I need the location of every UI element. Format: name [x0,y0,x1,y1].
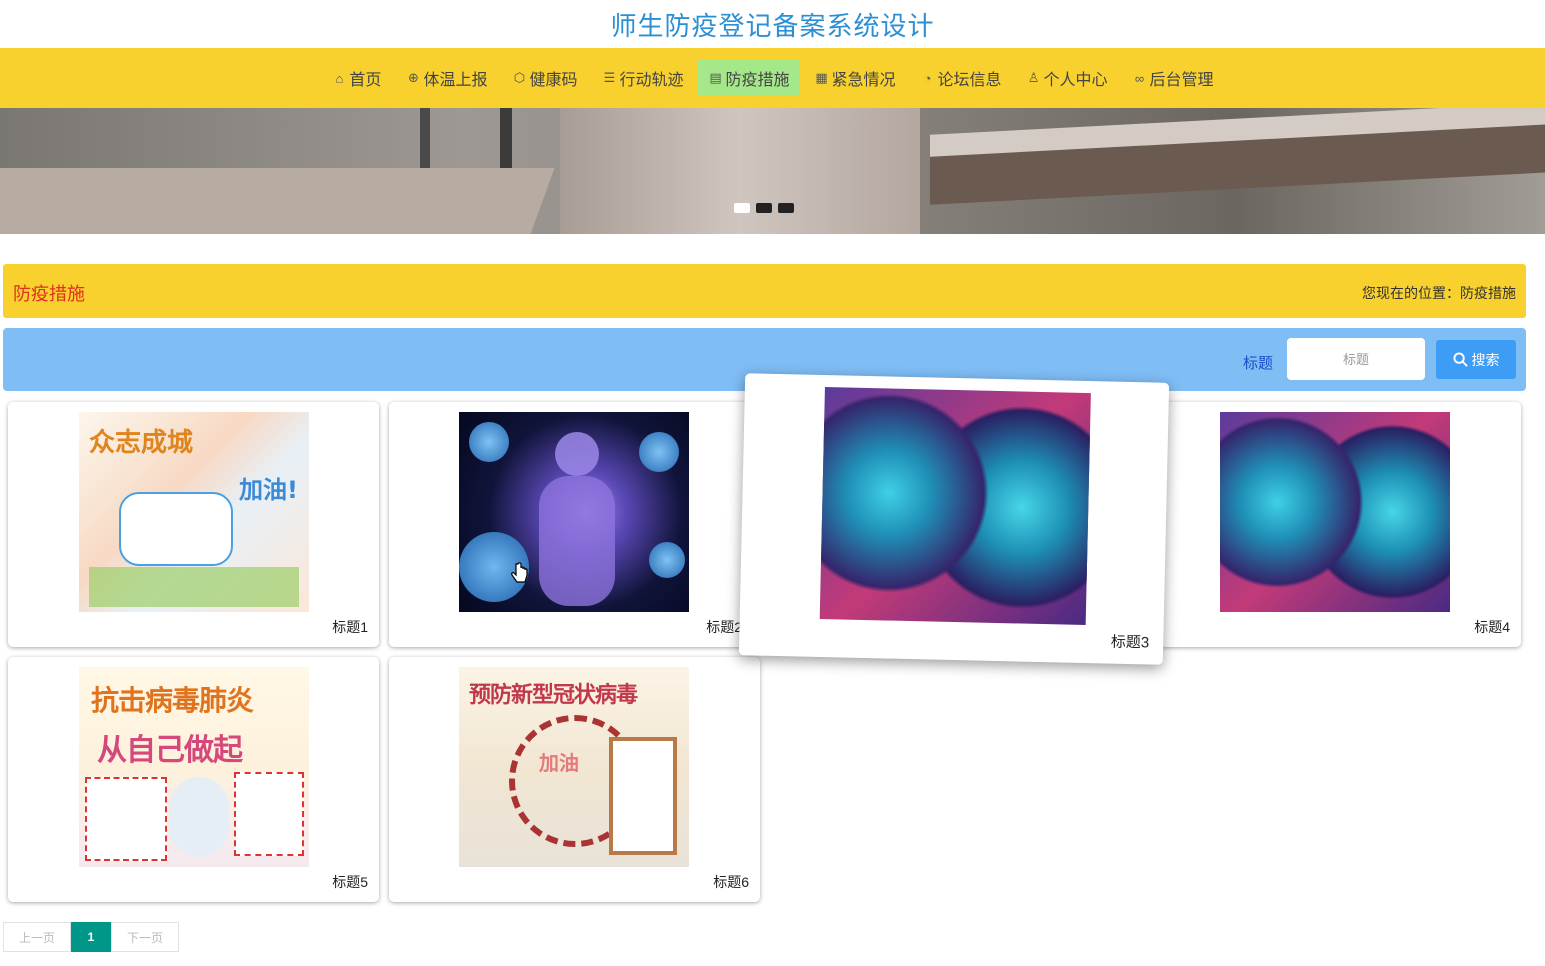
measure-card[interactable]: 标题4 [1150,402,1521,647]
main-nav: ⌂ 首页 ⊕ 体温上报 ⬡ 健康码 ☰ 行动轨迹 ▤ 防疫措施 ▦ 紧急情况 ◔ 论坛信息 ♙… [0,48,1545,108]
poster-decoration [169,777,229,857]
nav-item-health-code[interactable]: ⬡ 健康码 [501,60,587,96]
section-header: 防疫措施 您现在的位置：防疫措施 [3,264,1526,318]
image-detail [469,422,509,462]
search-button[interactable]: 搜索 [1436,340,1516,379]
clipboard-icon: ▤ [709,70,722,85]
card-caption: 标题2 [706,619,742,635]
nav-item-emergency[interactable]: ▦ 紧急情况 [804,60,906,96]
banner-decoration [560,108,920,234]
card-image: 众志成城 加油! [79,412,309,612]
cube-icon: ⬡ [513,70,526,85]
search-icon [1452,352,1468,367]
poster-decoration [609,737,677,855]
poster-subline: 从自己做起 [97,733,243,768]
nav-label: 体温上报 [423,72,488,89]
nav-item-admin[interactable]: ∞ 后台管理 [1122,60,1224,96]
nav-item-forum[interactable]: ◔ 论坛信息 [910,60,1012,96]
search-button-label: 搜索 [1471,351,1500,368]
nav-item-profile[interactable]: ♙ 个人中心 [1016,60,1118,96]
site-title: 师生防疫登记备案系统设计 [610,11,935,41]
measure-card[interactable]: 众志成城 加油! 标题1 [8,402,379,647]
pagination: 上一页 1 下一页 [3,922,179,952]
measure-card[interactable]: 预防新型冠状病毒 加油 标题6 [389,657,760,902]
measure-card[interactable]: 抗击病毒肺炎 从自己做起 标题5 [8,657,379,902]
carousel-dot-2[interactable] [756,203,772,213]
grid-icon: ▦ [815,70,828,85]
section-title: 防疫措施 [13,284,85,304]
poster-decoration [89,567,299,607]
nav-label: 紧急情况 [831,72,896,89]
nav-item-home[interactable]: ⌂ 首页 [321,60,391,96]
poster-headline: 众志成城 [89,428,194,458]
nav-item-trajectory[interactable]: ☰ 行动轨迹 [591,60,693,96]
search-label: 标题 [1243,355,1274,372]
card-image [819,387,1091,626]
nav-label: 后台管理 [1149,72,1214,89]
nav-label: 健康码 [529,72,578,89]
link-icon: ∞ [1134,70,1145,86]
card-caption: 标题5 [332,874,368,890]
banner-decoration [0,168,555,234]
page-number-button[interactable]: 1 [71,922,111,952]
poster-decoration [234,772,304,856]
home-icon: ⌂ [335,70,344,86]
measure-card-hovered[interactable]: 标题3 [738,373,1170,665]
image-detail [555,432,599,476]
nav-label: 首页 [349,72,382,89]
card-image [1220,412,1450,612]
sliders-icon: ☰ [603,70,616,85]
poster-decoration [119,492,233,566]
image-detail [639,432,679,472]
card-caption: 标题4 [1474,619,1510,635]
carousel-indicators [734,203,794,213]
hand-cursor-icon [511,562,528,583]
carousel-dot-1[interactable] [734,203,750,213]
card-image [459,412,689,612]
breadcrumb: 您现在的位置：防疫措施 [1362,285,1516,301]
next-page-button[interactable]: 下一页 [111,922,179,952]
user-icon: ♙ [1027,70,1040,85]
nav-label: 个人中心 [1043,72,1108,89]
card-image: 预防新型冠状病毒 加油 [459,667,689,867]
gauge-icon: ◔ [923,70,932,86]
card-caption: 标题1 [332,619,368,635]
nav-label: 行动轨迹 [619,72,684,89]
poster-subline: 加油! [239,476,298,504]
carousel-dot-3[interactable] [778,203,794,213]
poster-headline: 预防新型冠状病毒 [469,683,638,708]
banner-carousel[interactable] [0,108,1545,234]
image-detail [539,476,615,606]
search-input[interactable] [1287,338,1425,380]
prev-page-button[interactable]: 上一页 [3,922,71,952]
card-image: 抗击病毒肺炎 从自己做起 [79,667,309,867]
nav-item-measures[interactable]: ▤ 防疫措施 [697,60,800,96]
image-detail [649,542,685,578]
nav-label: 防疫措施 [725,72,790,89]
nav-label: 论坛信息 [937,72,1002,89]
poster-decoration [85,777,167,861]
nav-item-temperature[interactable]: ⊕ 体温上报 [395,60,497,96]
measure-card[interactable]: 标题2 [389,402,760,647]
poster-headline: 抗击病毒肺炎 [91,684,254,717]
globe-icon: ⊕ [407,70,419,85]
card-caption: 标题6 [713,874,749,890]
card-caption: 标题3 [1110,633,1150,652]
